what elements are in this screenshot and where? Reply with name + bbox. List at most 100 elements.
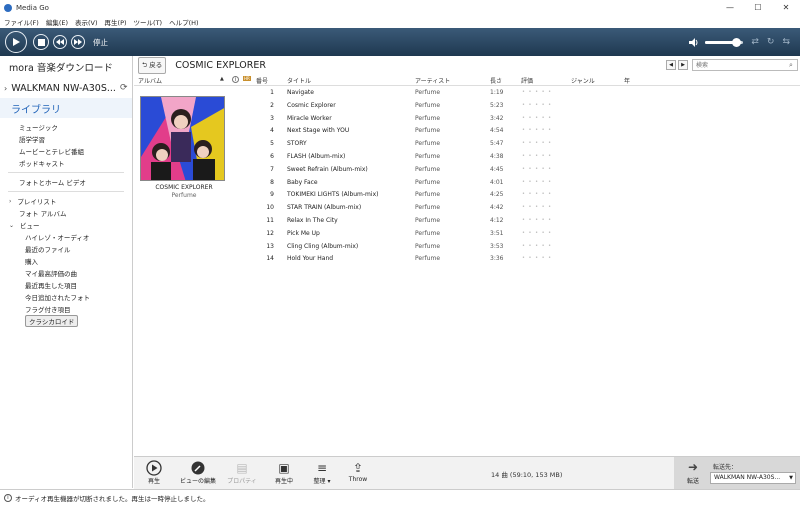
shuffle-icon[interactable]: ⇄	[751, 37, 759, 47]
sidebar-item-playlist[interactable]: › プレイリスト	[0, 195, 132, 207]
sidebar-item-classicaloid[interactable]: クラシカロイド	[0, 315, 132, 327]
rating-stars[interactable]: • • • • •	[522, 243, 552, 249]
wrench-icon	[191, 461, 205, 475]
close-button[interactable]: ✕	[772, 0, 800, 15]
window-title: Media Go	[16, 3, 49, 12]
table-row[interactable]: 4 Next Stage with YOU Perfume 4:54 • • • • •	[250, 125, 800, 138]
sidebar-item-music[interactable]: ミュージック	[0, 121, 132, 133]
maximize-button[interactable]: ☐	[744, 0, 772, 15]
menu-file[interactable]: ファイル(F)	[4, 17, 39, 27]
volume-slider[interactable]	[705, 37, 744, 47]
menu-edit[interactable]: 編集(E)	[46, 17, 68, 27]
sidebar-item-language[interactable]: 語学学習	[0, 133, 132, 145]
sidebar-item-hires[interactable]: ハイレゾ・オーディオ	[0, 231, 132, 243]
search-input[interactable]	[692, 59, 798, 71]
sidebar-item-library[interactable]: ライブラリ	[0, 98, 132, 118]
rating-stars[interactable]: • • • • •	[522, 255, 552, 261]
volume-icon[interactable]	[689, 37, 699, 47]
crossfade-icon[interactable]: ⇆	[782, 37, 790, 47]
now-playing-button[interactable]: ▣ 再生中	[264, 460, 304, 485]
table-row[interactable]: 1 Navigate Perfume 1:19 • • • • •	[250, 87, 800, 100]
sort-up-icon[interactable]: ▲	[220, 76, 224, 82]
table-row[interactable]: 3 Miracle Worker Perfume 3:42 • • • • •	[250, 113, 800, 126]
sidebar-item-device[interactable]: › WALKMAN NW-A30S... ⟳	[0, 78, 132, 98]
column-genre[interactable]: ジャンル	[571, 76, 595, 85]
table-row[interactable]: 10 STAR TRAIN (Album-mix) Perfume 4:42 • • •…	[250, 202, 800, 215]
sidebar-item-photo-video[interactable]: フォトとホーム ビデオ	[0, 176, 132, 188]
table-row[interactable]: 5 STORY Perfume 5:47 • • • • •	[250, 138, 800, 151]
chevron-right-icon[interactable]: ›	[9, 198, 11, 205]
volume-knob[interactable]	[731, 37, 741, 47]
table-row[interactable]: 7 Sweet Refrain (Album-mix) Perfume 4:45 • •…	[250, 164, 800, 177]
track-title: Cosmic Explorer	[287, 101, 336, 109]
table-row[interactable]: 11 Relax In The City Perfume 4:12 • • • • •	[250, 215, 800, 228]
rating-stars[interactable]: • • • • •	[522, 115, 552, 121]
minimize-button[interactable]: —	[716, 0, 744, 15]
rating-stars[interactable]: • • • • •	[522, 191, 552, 197]
sidebar-item-view[interactable]: ⌄ ビュー	[0, 219, 132, 231]
back-button[interactable]: ⮌ 戻る	[138, 56, 167, 74]
sidebar-item-purchased[interactable]: 購入	[0, 255, 132, 267]
stop-button[interactable]	[33, 34, 49, 50]
rating-stars[interactable]: • • • • •	[522, 153, 552, 159]
sidebar-item-recently-played[interactable]: 最近再生した項目	[0, 279, 132, 291]
transfer-button[interactable]: ➜ 転送	[678, 460, 708, 485]
sidebar-item-recent-files[interactable]: 最近のファイル	[0, 243, 132, 255]
sidebar-item-photo-album[interactable]: フォト アルバム	[0, 207, 132, 219]
next-button[interactable]	[71, 35, 85, 49]
table-row[interactable]: 8 Baby Face Perfume 4:01 • • • • •	[250, 177, 800, 190]
next-page-button[interactable]: ▶	[678, 60, 688, 70]
column-number[interactable]: 番号	[256, 76, 268, 85]
rating-stars[interactable]: • • • • •	[522, 140, 552, 146]
column-header: アルバム ▲ i HR 番号 タイトル アーティスト 長さ 評価 ジャンル 年	[134, 74, 800, 86]
column-artist[interactable]: アーティスト	[415, 76, 450, 85]
menu-tools[interactable]: ツール(T)	[134, 17, 163, 27]
menu-help[interactable]: ヘルプ(H)	[169, 17, 198, 27]
column-year[interactable]: 年	[624, 76, 630, 85]
sidebar-item-flagged[interactable]: フラグ付き項目	[0, 303, 132, 315]
rating-stars[interactable]: • • • • •	[522, 166, 552, 172]
rating-stars[interactable]: • • • • •	[522, 230, 552, 236]
album-art[interactable]	[140, 96, 225, 181]
rating-stars[interactable]: • • • • •	[522, 89, 552, 95]
sidebar-item-mora[interactable]: mora 音楽ダウンロード	[0, 56, 132, 78]
table-row[interactable]: 2 Cosmic Explorer Perfume 5:23 • • • • •	[250, 100, 800, 113]
table-row[interactable]: 9 TOKIMEKI LIGHTS (Album-mix) Perfume 4:25 •…	[250, 189, 800, 202]
chevron-down-icon[interactable]: ⌄	[9, 222, 14, 229]
search-icon[interactable]: ⌕	[789, 61, 793, 70]
column-album[interactable]: アルバム	[138, 76, 162, 85]
throw-button[interactable]: ⇪ Throw	[338, 460, 378, 483]
table-row[interactable]: 12 Pick Me Up Perfume 3:51 • • • • •	[250, 228, 800, 241]
table-row[interactable]: 6 FLASH (Album-mix) Perfume 4:38 • • • • •	[250, 151, 800, 164]
table-row[interactable]: 13 Cling Cling (Album-mix) Perfume 3:53 • • …	[250, 241, 800, 254]
stop-icon	[37, 38, 45, 46]
menu-play[interactable]: 再生(P)	[105, 17, 127, 27]
sidebar-item-photos-today[interactable]: 今日追加されたフォト	[0, 291, 132, 303]
organize-button[interactable]: ≡ 整理 ▾	[302, 460, 342, 485]
rating-stars[interactable]: • • • • •	[522, 217, 552, 223]
chevron-right-icon[interactable]: ›	[4, 84, 7, 93]
rating-stars[interactable]: • • • • •	[522, 102, 552, 108]
menu-bar: ファイル(F) 編集(E) 表示(V) 再生(P) ツール(T) ヘルプ(H)	[0, 15, 800, 28]
rating-stars[interactable]: • • • • •	[522, 204, 552, 210]
properties-button[interactable]: ▤ プロパティ	[222, 460, 262, 485]
column-title[interactable]: タイトル	[287, 76, 311, 85]
edit-view-button[interactable]: ビューの編集	[178, 460, 218, 485]
rating-stars[interactable]: • • • • •	[522, 179, 552, 185]
prev-page-button[interactable]: ◀	[666, 60, 676, 70]
sidebar-item-top-rated[interactable]: マイ最高評価の曲	[0, 267, 132, 279]
sidebar-item-movies-tv[interactable]: ムービーとテレビ番組	[0, 145, 132, 157]
table-row[interactable]: 14 Hold Your Hand Perfume 3:36 • • • • •	[250, 253, 800, 266]
sync-icon[interactable]: ⟳	[120, 83, 128, 93]
rating-stars[interactable]: • • • • •	[522, 127, 552, 133]
column-rating[interactable]: 評価	[521, 76, 533, 85]
info-icon[interactable]: i	[232, 76, 239, 83]
column-length[interactable]: 長さ	[490, 76, 502, 85]
previous-button[interactable]	[53, 35, 67, 49]
menu-view[interactable]: 表示(V)	[75, 17, 98, 27]
play-toolbar-button[interactable]: 再生	[134, 460, 174, 485]
play-button[interactable]	[5, 31, 27, 53]
destination-select[interactable]: WALKMAN NW-A30S... ▼	[710, 472, 796, 484]
repeat-icon[interactable]: ↻	[767, 37, 775, 47]
sidebar-item-podcasts[interactable]: ポッドキャスト	[0, 157, 132, 169]
